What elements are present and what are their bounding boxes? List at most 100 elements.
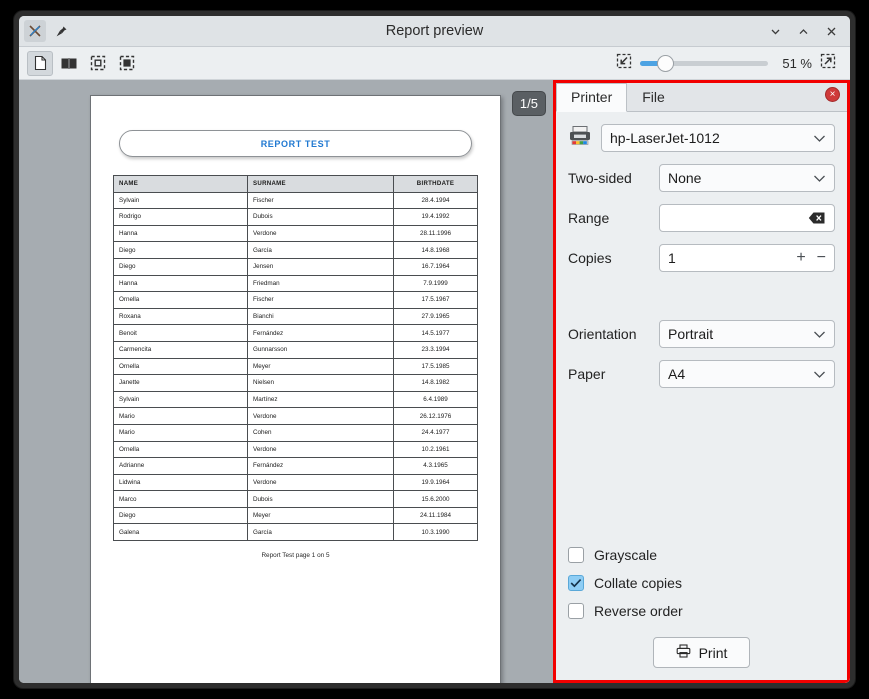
fit-page-button[interactable] <box>85 51 111 76</box>
table-row: RoxanaBianchi27.9.1965 <box>114 308 478 325</box>
table-header-row: NAME SURNAME BIRTHDATE <box>114 176 478 193</box>
maximize-button[interactable] <box>790 19 816 43</box>
pin-icon[interactable] <box>50 20 72 42</box>
table-row: AdrianneFernández4.3.1965 <box>114 458 478 475</box>
app-logo-icon[interactable] <box>24 20 46 42</box>
range-input[interactable] <box>659 204 835 232</box>
print-button-row: Print <box>568 637 835 680</box>
print-settings-panel: Printer File × <box>553 80 850 683</box>
table-row: DiegoGarcía14.8.1968 <box>114 242 478 259</box>
report-table: NAME SURNAME BIRTHDATE SylvainFischer28.… <box>113 175 478 541</box>
facing-pages-view-button[interactable] <box>56 51 82 76</box>
cell-name: Carmencita <box>114 341 248 358</box>
chevron-down-icon <box>813 170 826 186</box>
cell-name: Sylvain <box>114 192 248 209</box>
copies-increase-button[interactable]: + <box>796 249 805 267</box>
report-footer: Report Test page 1 on 5 <box>113 552 478 559</box>
zoom-slider-handle[interactable] <box>657 55 674 72</box>
two-sided-row: Two-sided None <box>568 164 835 192</box>
cell-birthdate: 24.11.1984 <box>394 507 478 524</box>
minimize-button[interactable] <box>762 19 788 43</box>
print-panel-tabs: Printer File × <box>556 83 847 112</box>
grayscale-checkbox-row[interactable]: Grayscale <box>568 547 835 563</box>
cell-surname: Cohen <box>248 424 394 441</box>
collate-copies-checkbox[interactable] <box>568 575 584 591</box>
tab-file[interactable]: File <box>627 83 680 111</box>
document-preview-area[interactable]: REPORT TEST NAME SURNAME BIRTHDATE Sylva… <box>19 80 553 683</box>
cell-surname: Fischer <box>248 192 394 209</box>
cell-birthdate: 19.9.1964 <box>394 474 478 491</box>
printer-icon <box>568 125 592 152</box>
cell-name: Rodrigo <box>114 209 248 226</box>
panel-close-icon[interactable]: × <box>825 87 840 102</box>
table-row: OrnellaMeyer17.5.1985 <box>114 358 478 375</box>
zoom-in-icon[interactable] <box>820 53 836 74</box>
cell-birthdate: 19.4.1992 <box>394 209 478 226</box>
cell-birthdate: 4.3.1965 <box>394 458 478 475</box>
title-bar: Report preview <box>19 16 850 47</box>
cell-birthdate: 15.6.2000 <box>394 491 478 508</box>
cell-name: Sylvain <box>114 391 248 408</box>
panel-spacer <box>568 284 835 320</box>
cell-name: Mario <box>114 424 248 441</box>
cell-surname: Fernández <box>248 458 394 475</box>
report-title: REPORT TEST <box>261 139 331 149</box>
table-row: BenoitFernández14.5.1977 <box>114 325 478 342</box>
collate-copies-checkbox-row[interactable]: Collate copies <box>568 575 835 591</box>
cell-name: Diego <box>114 507 248 524</box>
table-row: DiegoMeyer24.11.1984 <box>114 507 478 524</box>
grayscale-checkbox[interactable] <box>568 547 584 563</box>
backspace-clear-icon[interactable] <box>808 211 826 225</box>
cell-birthdate: 17.5.1985 <box>394 358 478 375</box>
copies-stepper-buttons: + − <box>796 249 826 267</box>
cell-birthdate: 28.11.1996 <box>394 225 478 242</box>
tab-printer[interactable]: Printer <box>556 83 627 112</box>
orientation-value: Portrait <box>668 326 713 342</box>
window-inner: Report preview <box>19 16 850 683</box>
cell-surname: Jensen <box>248 258 394 275</box>
copies-decrease-button[interactable]: − <box>817 249 826 267</box>
cell-birthdate: 23.3.1994 <box>394 341 478 358</box>
two-sided-select[interactable]: None <box>659 164 835 192</box>
cell-name: Mario <box>114 408 248 425</box>
zoom-percent-label: 51 % <box>776 56 812 71</box>
cell-surname: Fischer <box>248 292 394 309</box>
cell-name: Lidwina <box>114 474 248 491</box>
cell-surname: Meyer <box>248 507 394 524</box>
page-indicator-badge: 1/5 <box>512 91 546 116</box>
cell-surname: García <box>248 524 394 541</box>
cell-birthdate: 24.4.1977 <box>394 424 478 441</box>
table-row: GalenaGarcía10.3.1990 <box>114 524 478 541</box>
cell-surname: Martínez <box>248 391 394 408</box>
cell-birthdate: 14.8.1982 <box>394 375 478 392</box>
cell-birthdate: 7.9.1999 <box>394 275 478 292</box>
copies-stepper[interactable]: 1 + − <box>659 244 835 272</box>
close-button[interactable] <box>818 19 844 43</box>
reverse-order-checkbox[interactable] <box>568 603 584 619</box>
collate-copies-label: Collate copies <box>594 575 682 591</box>
printer-select[interactable]: hp-LaserJet-1012 <box>601 124 835 152</box>
paper-select[interactable]: A4 <box>659 360 835 388</box>
cell-name: Ornella <box>114 358 248 375</box>
copies-value: 1 <box>668 250 676 266</box>
fit-width-button[interactable] <box>114 51 140 76</box>
zoom-out-icon[interactable] <box>616 53 632 74</box>
printer-small-icon <box>676 644 691 661</box>
table-row: MarcoDubois15.6.2000 <box>114 491 478 508</box>
single-page-view-button[interactable] <box>27 51 53 76</box>
cell-surname: Nielsen <box>248 375 394 392</box>
two-sided-label: Two-sided <box>568 170 659 186</box>
table-row: HannaVerdone28.11.1996 <box>114 225 478 242</box>
orientation-select[interactable]: Portrait <box>659 320 835 348</box>
cell-surname: Fernández <box>248 325 394 342</box>
cell-birthdate: 27.9.1965 <box>394 308 478 325</box>
cell-surname: Verdone <box>248 441 394 458</box>
print-button[interactable]: Print <box>653 637 751 668</box>
zoom-slider[interactable] <box>640 61 768 66</box>
cell-surname: García <box>248 242 394 259</box>
app-window: Report preview <box>14 11 855 688</box>
reverse-order-checkbox-row[interactable]: Reverse order <box>568 603 835 619</box>
cell-surname: Verdone <box>248 474 394 491</box>
table-row: OrnellaFischer17.5.1967 <box>114 292 478 309</box>
table-row: CarmencitaGunnarsson23.3.1994 <box>114 341 478 358</box>
